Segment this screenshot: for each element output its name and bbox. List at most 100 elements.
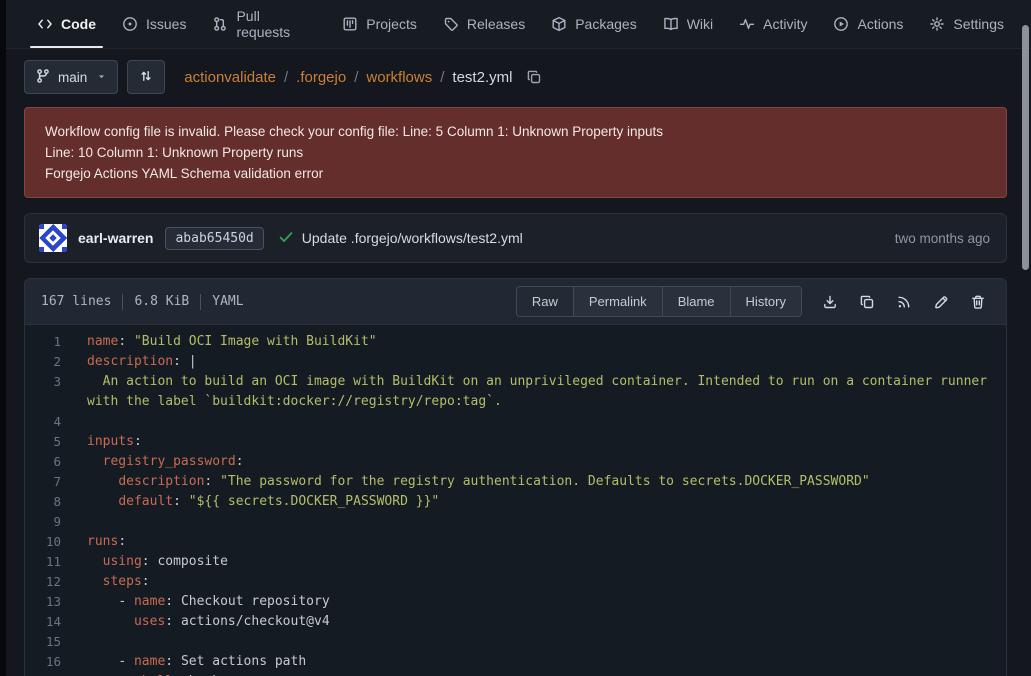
tab-settings[interactable]: Settings [916, 0, 1017, 48]
code-line: 16 - name: Set actions path [25, 652, 1006, 672]
tab-label: Activity [763, 16, 807, 32]
line-number[interactable]: 12 [25, 572, 71, 592]
meta-divider [122, 294, 123, 310]
check-icon [278, 229, 294, 248]
code-text: steps: [71, 572, 1006, 592]
compare-icon [138, 68, 154, 87]
file-line-count: 167 lines [41, 294, 111, 309]
tab-packages[interactable]: Packages [538, 0, 649, 48]
line-number[interactable]: 15 [25, 632, 71, 652]
file-language: YAML [212, 294, 243, 309]
blame-button[interactable]: Blame [662, 287, 730, 316]
error-line: Forgejo Actions YAML Schema validation e… [45, 163, 986, 184]
copy-button[interactable] [859, 294, 875, 310]
code-text: inputs: [71, 432, 1006, 452]
pencil-button[interactable] [933, 294, 949, 310]
tab-actions[interactable]: Actions [820, 0, 916, 48]
commit-bar: earl-warren abab65450d Update .forgejo/w… [24, 213, 1007, 263]
breadcrumb-item[interactable]: actionvalidate [184, 69, 276, 86]
line-number[interactable]: 4 [25, 412, 71, 432]
trash-button[interactable] [970, 294, 986, 310]
code-text [71, 632, 1006, 652]
line-number[interactable]: 9 [25, 512, 71, 532]
code-icon [37, 16, 53, 32]
breadcrumb-separator: / [284, 69, 288, 86]
tab-label: Pull requests [236, 8, 316, 40]
history-button[interactable]: History [730, 287, 801, 316]
gear-icon [929, 16, 945, 32]
project-icon [342, 16, 358, 32]
line-number[interactable]: 6 [25, 452, 71, 472]
tab-label: Issues [146, 16, 186, 32]
code-text: using: composite [71, 552, 1006, 572]
tab-pull-requests[interactable]: Pull requests [199, 0, 329, 48]
rss-button[interactable] [896, 294, 912, 310]
tag-icon [443, 16, 459, 32]
code-line: 7 description: "The password for the reg… [25, 472, 1006, 492]
code-text [71, 512, 1006, 532]
code-text: name: "Build OCI Image with BuildKit" [71, 332, 1006, 352]
line-number[interactable]: 14 [25, 612, 71, 632]
tab-releases[interactable]: Releases [430, 0, 538, 48]
code-text: shell: bash [71, 672, 1006, 676]
file-size: 6.8 KiB [134, 294, 189, 309]
play-circle-icon [833, 16, 849, 32]
code-text: - name: Set actions path [71, 652, 1006, 672]
line-number[interactable]: 17 [25, 672, 71, 676]
code-line: 12 steps: [25, 572, 1006, 592]
view-mode-buttons: RawPermalinkBlameHistory [516, 286, 802, 317]
code-line: 14 uses: actions/checkout@v4 [25, 612, 1006, 632]
tab-label: Packages [575, 16, 636, 32]
code-text: uses: actions/checkout@v4 [71, 612, 1006, 632]
code-line: 4 [25, 412, 1006, 432]
commit-message[interactable]: Update .forgejo/workflows/test2.yml [302, 230, 523, 246]
line-number[interactable]: 16 [25, 652, 71, 672]
breadcrumb-item[interactable]: workflows [366, 69, 432, 86]
tab-code[interactable]: Code [24, 0, 109, 48]
file-toolbar: main actionvalidate/.forgejo/workflows/t… [24, 60, 1007, 94]
line-number[interactable]: 8 [25, 492, 71, 512]
code-text: registry_password: [71, 452, 1006, 472]
error-alert: Workflow config file is invalid. Please … [24, 107, 1007, 198]
line-number[interactable]: 5 [25, 432, 71, 452]
avatar[interactable] [39, 224, 67, 252]
code-text: default: "${{ secrets.DOCKER_PASSWORD }}… [71, 492, 1006, 512]
code-line: 15 [25, 632, 1006, 652]
download-button[interactable] [822, 294, 838, 310]
code-line: 1name: "Build OCI Image with BuildKit" [25, 332, 1006, 352]
code-text: description: "The password for the regis… [71, 472, 1006, 492]
commit-author[interactable]: earl-warren [78, 230, 153, 246]
breadcrumb: actionvalidate/.forgejo/workflows/test2.… [184, 69, 542, 86]
pull-request-icon [212, 16, 228, 32]
branch-selector[interactable]: main [24, 60, 118, 94]
code-view: 1name: "Build OCI Image with BuildKit"2d… [25, 325, 1006, 676]
line-number[interactable]: 7 [25, 472, 71, 492]
line-number[interactable]: 13 [25, 592, 71, 612]
line-number[interactable]: 1 [25, 332, 71, 352]
tab-issues[interactable]: Issues [109, 0, 199, 48]
copy-path-button[interactable] [526, 69, 542, 85]
scrollbar-thumb[interactable] [1022, 25, 1029, 270]
error-line: Line: 10 Column 1: Unknown Property runs [45, 142, 986, 163]
commit-hash[interactable]: abab65450d [165, 227, 263, 250]
commit-time: two months ago [895, 231, 990, 246]
line-number[interactable]: 2 [25, 352, 71, 372]
code-line: 10runs: [25, 532, 1006, 552]
line-number[interactable]: 3 [25, 372, 71, 412]
tab-label: Releases [467, 16, 525, 32]
code-text: description: | [71, 352, 1006, 372]
tab-activity[interactable]: Activity [726, 0, 820, 48]
code-text: runs: [71, 532, 1006, 552]
raw-button[interactable]: Raw [517, 287, 573, 316]
issue-opened-icon [122, 16, 138, 32]
compare-button[interactable] [127, 60, 165, 94]
line-number[interactable]: 10 [25, 532, 71, 552]
code-line: 9 [25, 512, 1006, 532]
breadcrumb-item[interactable]: .forgejo [296, 69, 346, 86]
permalink-button[interactable]: Permalink [573, 287, 662, 316]
tab-wiki[interactable]: Wiki [650, 0, 726, 48]
line-number[interactable]: 11 [25, 552, 71, 572]
code-line: 11 using: composite [25, 552, 1006, 572]
file-view-card: 167 lines 6.8 KiB YAML RawPermalinkBlame… [24, 278, 1007, 676]
tab-projects[interactable]: Projects [329, 0, 430, 48]
